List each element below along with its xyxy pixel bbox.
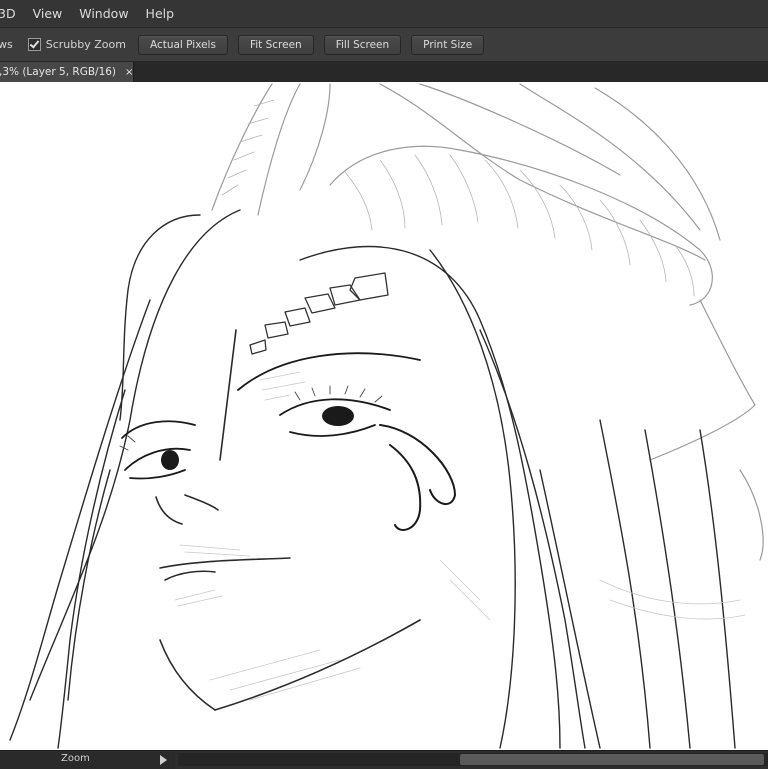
sketch-artwork	[9, 83, 764, 749]
menu-window[interactable]: Window	[79, 0, 128, 27]
document-tab[interactable]: ,3% (Layer 5, RGB/16) ×	[0, 62, 134, 82]
partial-option-label: ws	[0, 38, 13, 51]
horizontal-scrollbar[interactable]	[178, 753, 768, 766]
current-tool-label: Zoom	[61, 753, 90, 764]
status-info-panel: Zoom	[0, 751, 175, 769]
document-canvas[interactable]	[0, 82, 768, 750]
scrollbar-thumb[interactable]	[460, 754, 764, 765]
close-icon[interactable]: ×	[125, 67, 133, 78]
menu-3d[interactable]: 3D	[0, 0, 16, 27]
checkbox-checked-icon[interactable]	[27, 38, 41, 51]
actual-pixels-button[interactable]: Actual Pixels	[137, 34, 228, 55]
options-bar: ws Scrubby Zoom Actual Pixels Fit Screen…	[0, 28, 768, 62]
fit-screen-button[interactable]: Fit Screen	[237, 34, 314, 55]
scrubby-zoom-label[interactable]: Scrubby Zoom	[46, 38, 126, 51]
menu-view[interactable]: View	[33, 0, 63, 27]
scrubby-zoom-checkbox[interactable]: Scrubby Zoom	[27, 38, 126, 51]
document-tab-bar: ,3% (Layer 5, RGB/16) ×	[0, 62, 768, 82]
menu-bar: 3D View Window Help	[0, 0, 768, 28]
document-tab-title[interactable]: ,3% (Layer 5, RGB/16)	[0, 66, 116, 78]
play-arrow-icon[interactable]	[160, 755, 167, 765]
status-bar: Zoom	[0, 750, 768, 769]
menu-help[interactable]: Help	[146, 0, 175, 27]
print-size-button[interactable]: Print Size	[411, 34, 485, 55]
fill-screen-button[interactable]: Fill Screen	[323, 34, 402, 55]
